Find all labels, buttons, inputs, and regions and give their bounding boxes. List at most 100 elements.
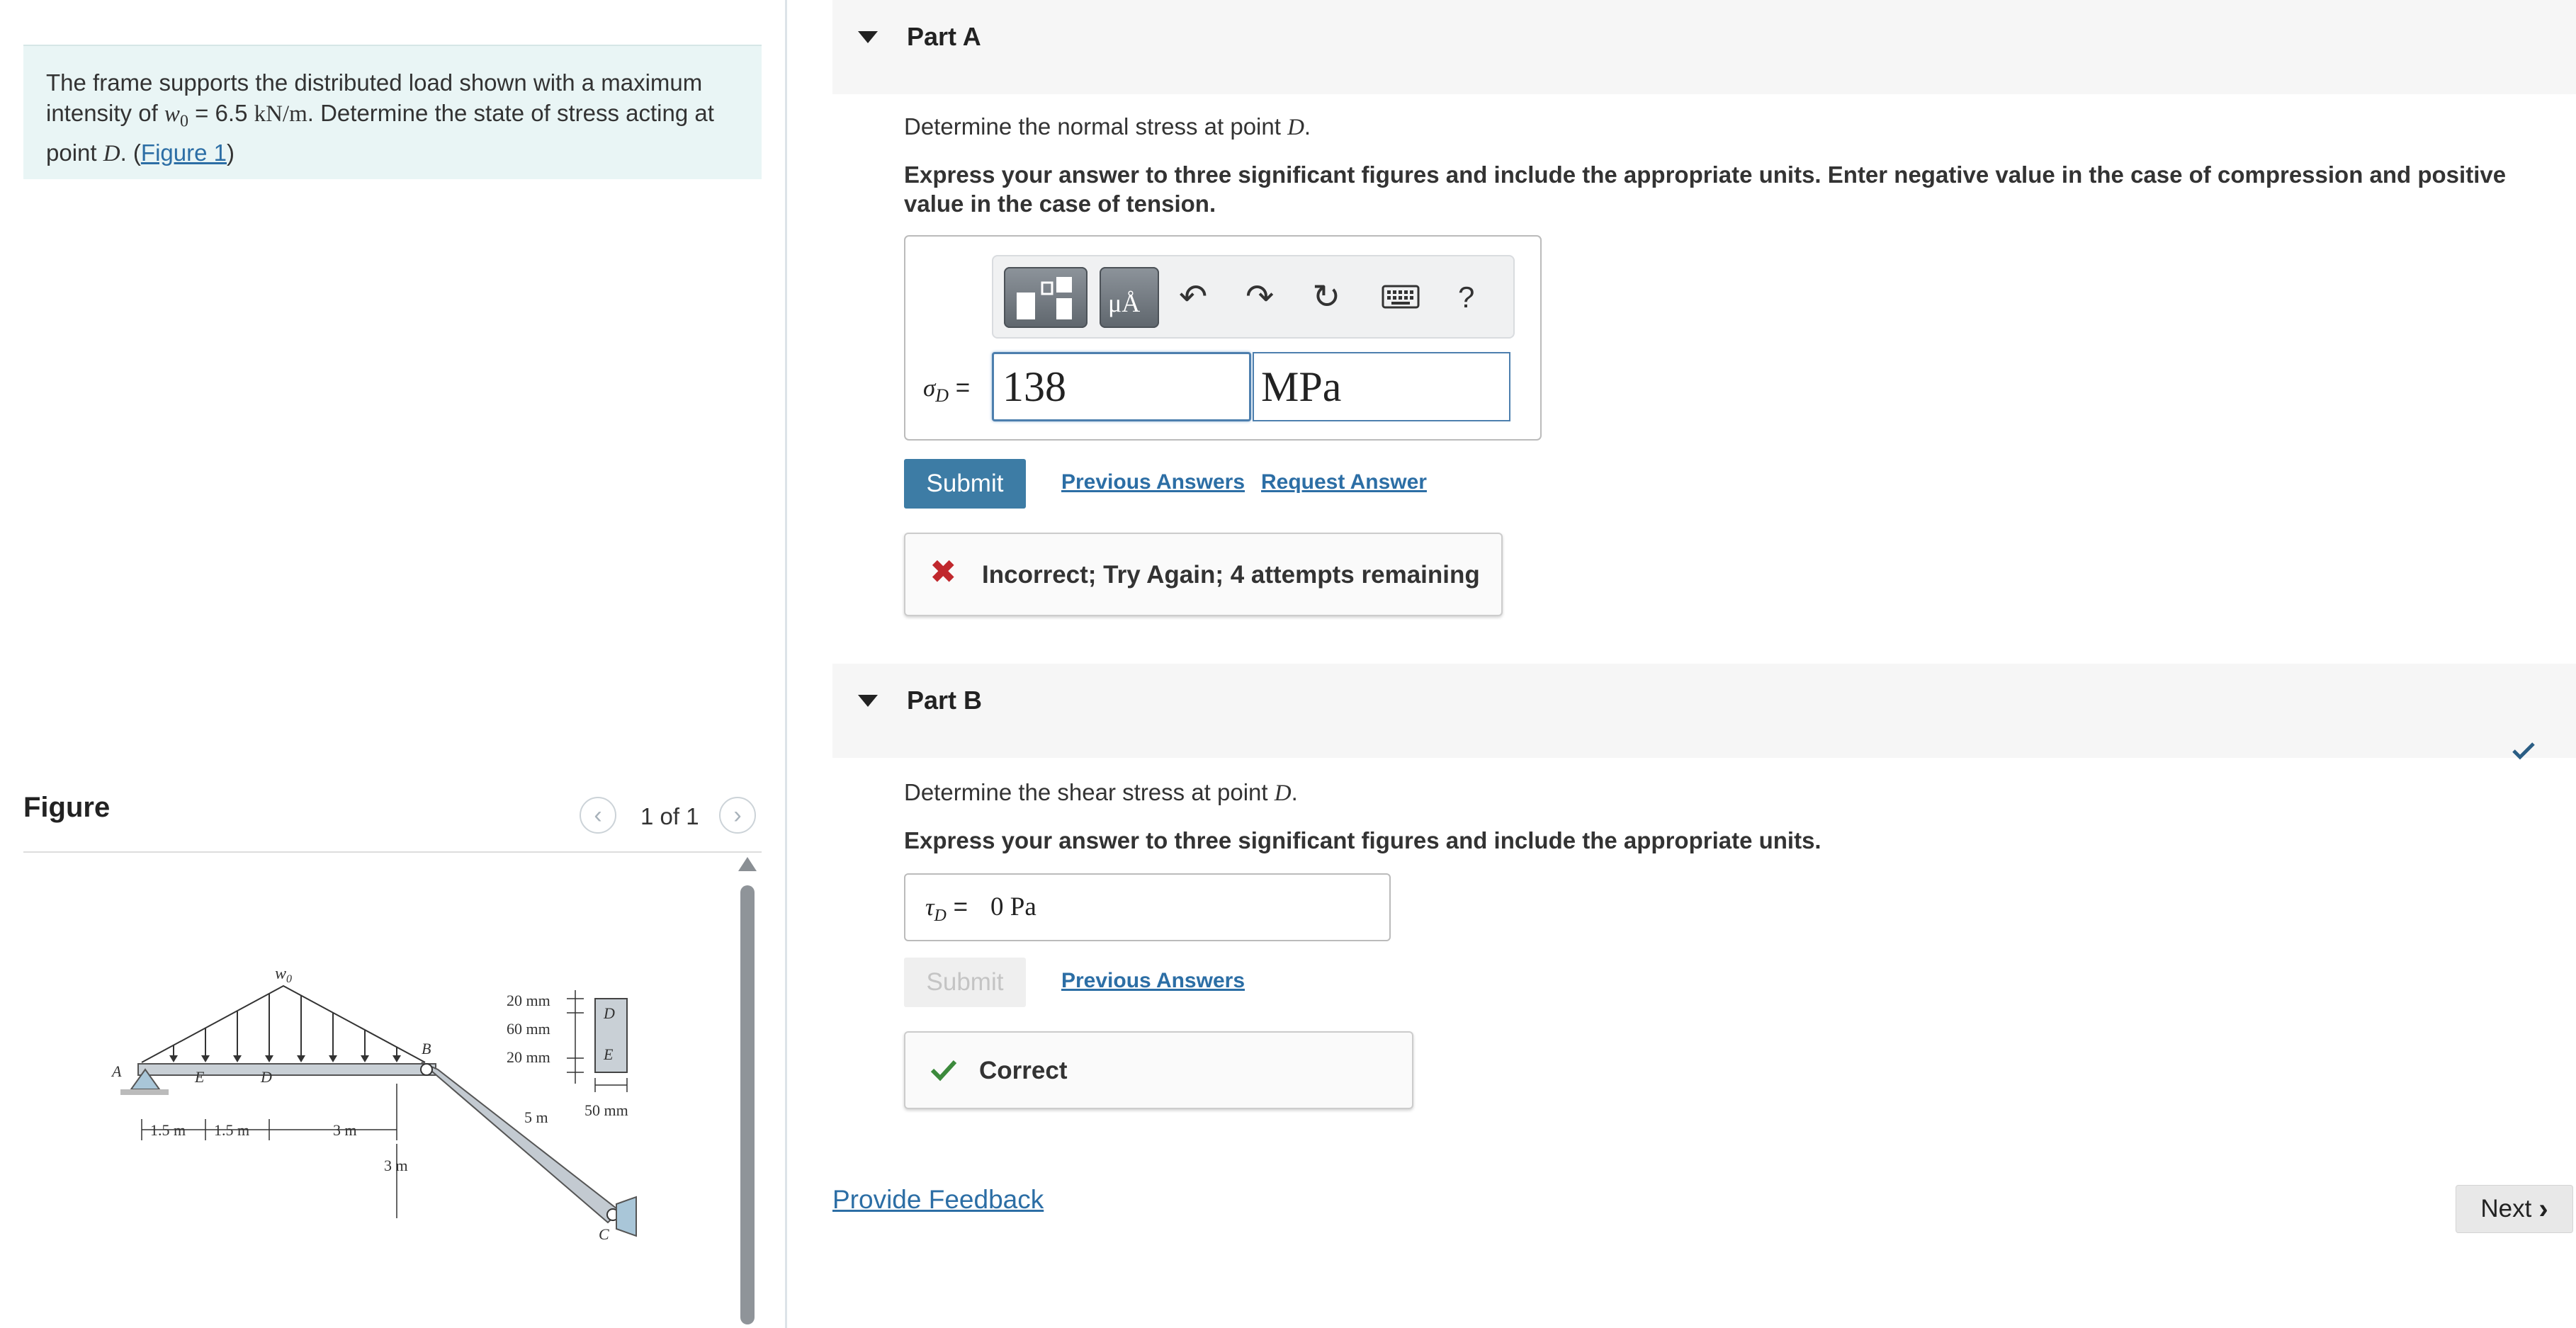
tau-equals: =: [946, 893, 968, 921]
part-b-title: Part B: [907, 686, 983, 715]
value-input[interactable]: 138: [992, 352, 1251, 421]
chevron-right-icon: ›: [733, 801, 742, 829]
beam-AB: [137, 1063, 436, 1076]
part-a-feedback: ✖ Incorrect; Try Again; 4 attempts remai…: [904, 533, 1503, 616]
label-D-section: D: [603, 1004, 615, 1022]
provide-feedback-link[interactable]: Provide Feedback: [832, 1185, 1044, 1215]
dimension-lines: [141, 1084, 397, 1218]
units-button[interactable]: μÅ: [1100, 267, 1159, 328]
templates-button[interactable]: [1004, 267, 1088, 328]
tau-d-label: τD =: [925, 893, 968, 926]
dim-20b: 20 mm: [507, 1048, 550, 1066]
part-b-header[interactable]: Part B: [832, 664, 2576, 758]
chevron-left-icon: ‹: [594, 801, 602, 829]
figure-next-button[interactable]: ›: [719, 797, 756, 834]
label-E-section: E: [603, 1045, 614, 1063]
dim-5: 5 m: [524, 1108, 548, 1126]
problem-statement: The frame supports the distributed load …: [23, 45, 762, 179]
next-button[interactable]: Next ›: [2456, 1185, 2573, 1233]
sigma-symbol: σ: [923, 374, 936, 402]
problem-text-3: . (: [120, 139, 141, 166]
load-unit: kN/m: [254, 101, 307, 127]
sigma-equals: =: [949, 374, 971, 402]
left-panel: The frame supports the distributed load …: [0, 0, 785, 1328]
ground-A: [120, 1089, 169, 1095]
label-D-beam: D: [260, 1068, 272, 1086]
units-input[interactable]: MPa: [1253, 352, 1510, 421]
figure-link[interactable]: Figure 1: [141, 140, 227, 166]
chevron-right-icon: ›: [2538, 1193, 2548, 1225]
part-a-point: D: [1287, 115, 1304, 140]
part-b-answer-box: τD = 0 Pa: [904, 873, 1391, 941]
w0-label: w0: [275, 970, 292, 985]
sigma-d-label: σD =: [923, 374, 970, 407]
redo-icon[interactable]: ↷: [1245, 278, 1274, 317]
request-answer-link[interactable]: Request Answer: [1261, 470, 1427, 494]
support-C: [616, 1196, 637, 1237]
figure-counter: 1 of 1: [640, 803, 699, 829]
dim-60: 60 mm: [507, 1020, 550, 1038]
part-b-previous-answers-link[interactable]: Previous Answers: [1061, 969, 1245, 993]
caret-down-icon: [858, 695, 878, 707]
load-value: = 6.5: [188, 100, 254, 126]
label-B: B: [422, 1040, 431, 1057]
part-b-point: D: [1274, 781, 1292, 806]
w-symbol: w: [164, 101, 180, 127]
reset-icon[interactable]: ↻: [1312, 278, 1340, 317]
frame-figure: w0 A E D B C 1.5 m 1.5 m 3 m 3 m 5 m D E: [111, 970, 637, 1243]
part-b-instruction: Express your answer to three significant…: [904, 827, 1821, 853]
units-icon: μÅ: [1108, 289, 1141, 317]
part-b-submit-button: Submit: [904, 958, 1026, 1007]
undo-icon[interactable]: ↶: [1179, 278, 1207, 317]
next-label: Next: [2480, 1195, 2532, 1222]
scroll-up-arrow[interactable]: [738, 857, 757, 871]
tau-d-value: 0 Pa: [990, 892, 1036, 921]
part-a-question-end: .: [1304, 113, 1311, 140]
part-b-question-end: .: [1291, 779, 1298, 805]
part-a-header[interactable]: Part A: [832, 0, 2576, 94]
keyboard-icon[interactable]: [1382, 283, 1420, 312]
w-subscript: 0: [179, 112, 188, 131]
tau-subscript: D: [934, 907, 947, 925]
member-BC: [421, 1062, 621, 1224]
dim-20a: 20 mm: [507, 992, 550, 1009]
part-b-feedback: Correct: [904, 1031, 1413, 1109]
dim-50: 50 mm: [584, 1101, 628, 1119]
tau-symbol: τ: [925, 893, 934, 921]
label-C: C: [599, 1225, 609, 1243]
part-a-previous-answers-link[interactable]: Previous Answers: [1061, 470, 1245, 494]
problem-text-4: ): [226, 139, 235, 166]
math-toolbar: μÅ ↶ ↷ ↻ ?: [992, 255, 1515, 339]
part-a-feedback-text: Incorrect; Try Again; 4 attempts remaini…: [982, 561, 1480, 589]
dim-3h: 3 m: [333, 1121, 357, 1139]
caret-down-icon: [858, 31, 878, 43]
label-A: A: [111, 1062, 122, 1080]
completed-check-icon: [2512, 742, 2535, 760]
part-b-question-text: Determine the shear stress at point: [904, 779, 1275, 805]
templates-icon: [1017, 277, 1072, 319]
dim-1-5a: 1.5 m: [150, 1121, 186, 1139]
part-a-title: Part A: [907, 22, 981, 51]
part-b-feedback-text: Correct: [979, 1057, 1068, 1084]
incorrect-x-icon: ✖: [930, 553, 957, 590]
dim-1-5b: 1.5 m: [214, 1121, 249, 1139]
part-a-submit-button[interactable]: Submit: [904, 459, 1026, 509]
sigma-subscript: D: [935, 385, 949, 406]
part-a-question: Determine the normal stress at point D.: [904, 113, 1311, 141]
figure-heading: Figure: [23, 792, 111, 823]
part-a-question-text: Determine the normal stress at point: [904, 113, 1288, 140]
panel-divider: [785, 0, 787, 1328]
figure-scrollbar[interactable]: [740, 885, 755, 1324]
correct-check-icon: [930, 1060, 957, 1082]
load-outline: [141, 984, 426, 1063]
part-a-instruction: Express your answer to three significant…: [904, 161, 2507, 217]
dim-3v: 3 m: [384, 1157, 408, 1174]
figure-divider: [23, 851, 762, 853]
point-label: D: [103, 140, 120, 166]
figure-prev-button[interactable]: ‹: [580, 797, 616, 834]
pin-B: [420, 1063, 433, 1076]
part-b-question: Determine the shear stress at point D.: [904, 779, 1298, 807]
label-E-beam: E: [194, 1068, 205, 1086]
load-arrowheads: [169, 1055, 401, 1062]
help-icon[interactable]: ?: [1458, 278, 1474, 317]
